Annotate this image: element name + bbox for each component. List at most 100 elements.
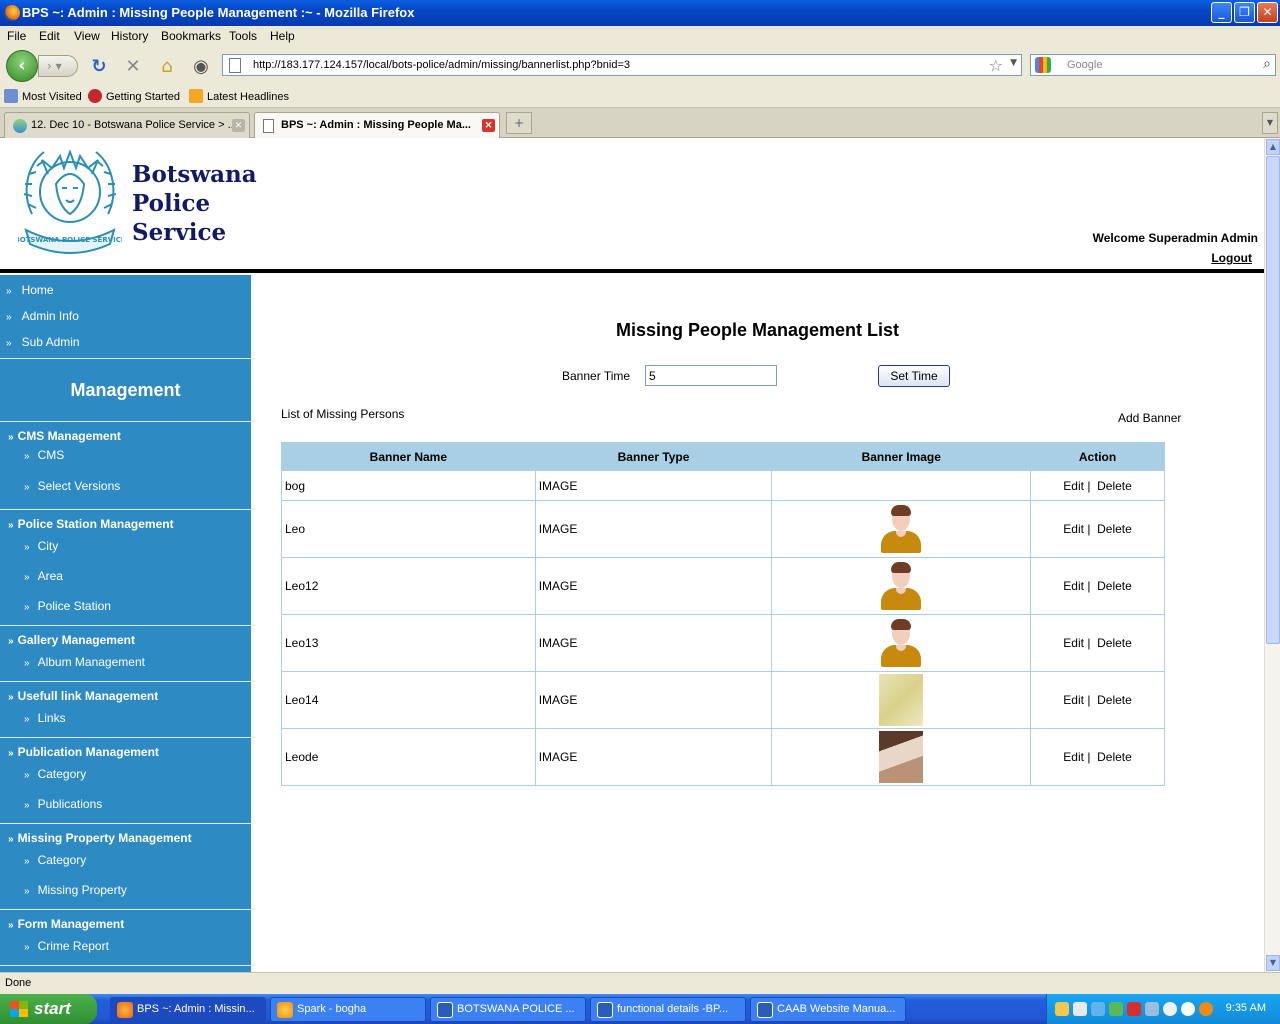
google-icon[interactable] bbox=[1035, 57, 1051, 73]
start-button[interactable]: start bbox=[0, 994, 97, 1024]
menu-edit[interactable]: Edit bbox=[39, 29, 60, 43]
search-placeholder[interactable]: Google bbox=[1067, 59, 1102, 71]
tab-list-dropdown-icon[interactable]: ▼ bbox=[1262, 112, 1278, 134]
menu-bookmarks[interactable]: Bookmarks bbox=[161, 29, 221, 43]
edit-link[interactable]: Edit bbox=[1063, 693, 1084, 707]
sidebar-group-cms[interactable]: » CMS Management bbox=[8, 429, 121, 443]
back-arrow-icon[interactable]: ‹ bbox=[6, 50, 38, 82]
edit-link[interactable]: Edit bbox=[1063, 522, 1084, 536]
tab-botswana-police[interactable]: 12. Dec 10 - Botswana Police Service > .… bbox=[4, 112, 250, 138]
menu-file[interactable]: File bbox=[7, 29, 26, 43]
add-banner-link[interactable]: Add Banner bbox=[1118, 411, 1181, 425]
sidebar-item-select-versions[interactable]: » Select Versions bbox=[24, 479, 120, 493]
sidebar-item-publication-category[interactable]: » Category bbox=[24, 767, 86, 781]
search-bar[interactable]: Google ⌕ bbox=[1030, 54, 1276, 76]
delete-link[interactable]: Delete bbox=[1097, 750, 1132, 764]
tab-favicon-icon bbox=[13, 119, 27, 133]
sidebar-item-album-management[interactable]: » Album Management bbox=[24, 655, 145, 669]
search-icon[interactable]: ⌕ bbox=[1263, 56, 1271, 72]
person-avatar-image[interactable] bbox=[879, 561, 923, 611]
tray-icon[interactable] bbox=[1145, 1002, 1159, 1016]
sidebar-item-sub-admin[interactable]: » Sub Admin bbox=[6, 335, 80, 349]
taskbar-item-word-caab[interactable]: CAAB Website Manua... bbox=[750, 997, 906, 1022]
bookmark-getting-started[interactable]: Getting Started bbox=[88, 89, 180, 103]
sidebar-group-form[interactable]: » Form Management bbox=[8, 917, 124, 931]
address-url[interactable]: http://183.177.124.157/local/bots-police… bbox=[253, 59, 630, 71]
edit-link[interactable]: Edit bbox=[1063, 750, 1084, 764]
sidebar-group-missing-property[interactable]: » Missing Property Management bbox=[8, 831, 192, 845]
status-text: Done bbox=[5, 977, 32, 989]
sidebar-group-gallery[interactable]: » Gallery Management bbox=[8, 633, 135, 647]
address-bar[interactable]: http://183.177.124.157/local/bots-police… bbox=[222, 54, 1022, 76]
network-icon[interactable] bbox=[1091, 1002, 1105, 1016]
new-tab-plus-icon[interactable]: + bbox=[506, 112, 532, 134]
delete-link[interactable]: Delete bbox=[1097, 479, 1132, 493]
hand-photo-image[interactable] bbox=[879, 674, 924, 726]
sidebar-divider bbox=[0, 509, 251, 510]
forward-arrow-icon[interactable]: › ▾ bbox=[38, 55, 78, 77]
delete-link[interactable]: Delete bbox=[1097, 693, 1132, 707]
taskbar-item-firefox[interactable]: BPS ~: Admin : Missin... bbox=[110, 997, 266, 1022]
scrollbar-thumb[interactable] bbox=[1266, 156, 1280, 644]
menu-history[interactable]: History bbox=[111, 29, 148, 43]
tray-icon[interactable] bbox=[1109, 1002, 1123, 1016]
sidebar-item-links[interactable]: » Links bbox=[24, 711, 66, 725]
sidebar-group-publication[interactable]: » Publication Management bbox=[8, 745, 159, 759]
banner-table: Banner Name Banner Type Banner Image Act… bbox=[281, 442, 1165, 786]
bookmark-star-icon[interactable]: ☆ bbox=[989, 56, 1003, 75]
stop-icon[interactable]: ✕ bbox=[122, 56, 144, 78]
sidebar-item-property-category[interactable]: » Category bbox=[24, 853, 86, 867]
taskbar-item-word-functional[interactable]: functional details -BP... bbox=[590, 997, 746, 1022]
minimize-button[interactable]: _ bbox=[1211, 2, 1232, 23]
banner-time-input[interactable] bbox=[645, 365, 777, 386]
bookmark-latest-headlines[interactable]: Latest Headlines bbox=[189, 89, 289, 103]
taskbar-item-spark[interactable]: Spark - bogha bbox=[270, 997, 426, 1022]
close-window-button[interactable]: ✕ bbox=[1257, 2, 1278, 23]
sidebar-item-crime-report[interactable]: » Crime Report bbox=[24, 939, 109, 953]
chat-icon[interactable]: ◉ bbox=[190, 56, 212, 78]
sidebar-item-police-station[interactable]: » Police Station bbox=[24, 599, 111, 613]
sidebar-item-admin-info[interactable]: » Admin Info bbox=[6, 309, 79, 323]
sidebar-item-cms[interactable]: » CMS bbox=[24, 448, 64, 462]
sidebar-item-missing-property[interactable]: » Missing Property bbox=[24, 883, 127, 897]
sidebar-item-publications[interactable]: » Publications bbox=[24, 797, 102, 811]
taskbar-item-word-bps[interactable]: BOTSWANA POLICE ... bbox=[430, 997, 586, 1022]
sidebar-item-city[interactable]: » City bbox=[24, 539, 58, 553]
tab-close-icon[interactable]: ✕ bbox=[482, 119, 495, 132]
maximize-button[interactable]: ❐ bbox=[1234, 2, 1255, 23]
url-dropdown-icon[interactable]: ▼ bbox=[1010, 58, 1017, 68]
messenger-icon[interactable] bbox=[1181, 1002, 1195, 1016]
person-avatar-image[interactable] bbox=[879, 618, 923, 668]
set-time-button[interactable]: Set Time bbox=[878, 365, 950, 387]
sidebar-item-area[interactable]: » Area bbox=[24, 569, 63, 583]
tab-close-icon[interactable]: ✕ bbox=[232, 119, 245, 132]
security-alert-icon[interactable] bbox=[1127, 1002, 1141, 1016]
page-scrollbar[interactable]: ▲ ▼ bbox=[1264, 138, 1280, 972]
scroll-up-arrow-icon[interactable]: ▲ bbox=[1266, 139, 1280, 155]
edit-link[interactable]: Edit bbox=[1063, 479, 1084, 493]
tray-icon[interactable] bbox=[1055, 1002, 1069, 1016]
menu-view[interactable]: View bbox=[74, 29, 100, 43]
bed-photo-image[interactable] bbox=[879, 731, 924, 783]
sidebar-item-home[interactable]: » Home bbox=[6, 283, 54, 297]
menu-help[interactable]: Help bbox=[270, 29, 295, 43]
sidebar-group-police-station[interactable]: » Police Station Management bbox=[8, 517, 174, 531]
home-icon[interactable]: ⌂ bbox=[156, 56, 178, 78]
delete-link[interactable]: Delete bbox=[1097, 636, 1132, 650]
reload-icon[interactable]: ↻ bbox=[88, 56, 110, 78]
logout-link[interactable]: Logout bbox=[1211, 251, 1252, 265]
tray-icon[interactable] bbox=[1073, 1002, 1087, 1016]
tab-bps-admin[interactable]: BPS ~: Admin : Missing People Ma... ✕ bbox=[254, 112, 500, 138]
menu-tools[interactable]: Tools bbox=[229, 29, 257, 43]
person-avatar-image[interactable] bbox=[879, 504, 923, 554]
scroll-down-arrow-icon[interactable]: ▼ bbox=[1266, 955, 1280, 971]
edit-link[interactable]: Edit bbox=[1063, 579, 1084, 593]
tray-icon[interactable] bbox=[1199, 1002, 1213, 1016]
banner-image-cell bbox=[771, 671, 1032, 729]
volume-icon[interactable] bbox=[1163, 1002, 1177, 1016]
bookmark-most-visited[interactable]: Most Visited bbox=[4, 89, 82, 103]
edit-link[interactable]: Edit bbox=[1063, 636, 1084, 650]
delete-link[interactable]: Delete bbox=[1097, 522, 1132, 536]
sidebar-group-useful-links[interactable]: » Usefull link Management bbox=[8, 689, 158, 703]
delete-link[interactable]: Delete bbox=[1097, 579, 1132, 593]
